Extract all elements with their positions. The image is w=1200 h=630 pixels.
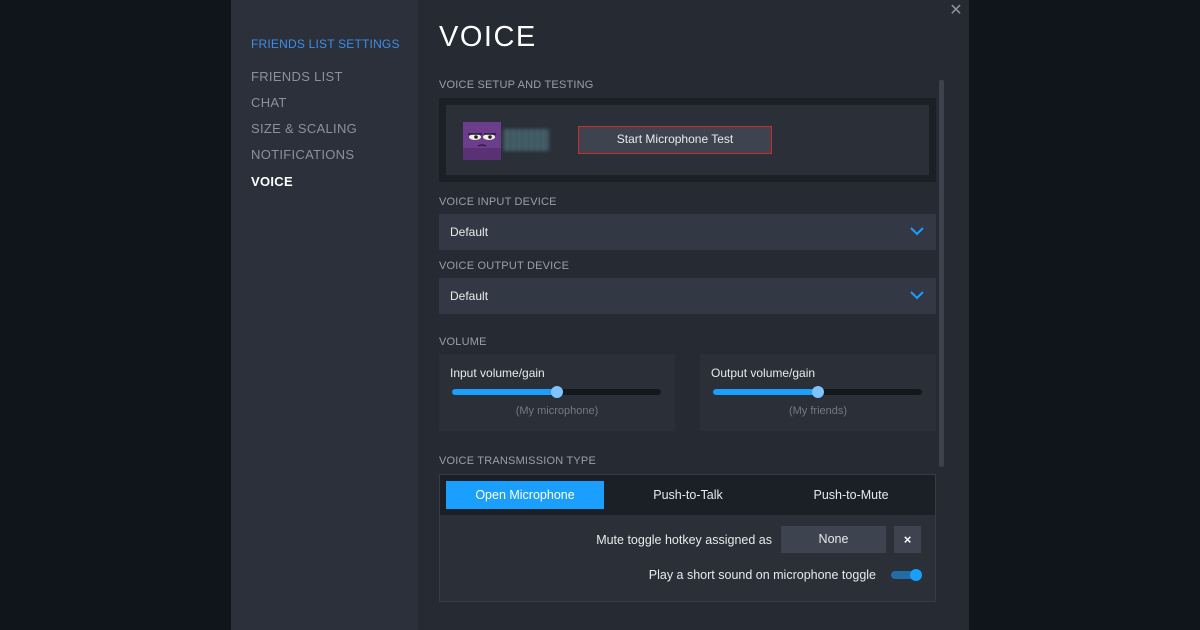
transmission-label: VOICE TRANSMISSION TYPE [439, 455, 597, 467]
transmission-tabs: Open Microphone Push-to-Talk Push-to-Mut… [440, 475, 935, 515]
username-blurred [503, 129, 549, 151]
input-device-select[interactable]: Default [439, 214, 936, 250]
output-volume-slider[interactable] [713, 386, 922, 398]
input-volume-slider[interactable] [452, 386, 661, 398]
output-volume-label: Output volume/gain [711, 366, 816, 380]
page-title: VOICE [439, 21, 537, 53]
output-device-value: Default [450, 289, 489, 303]
setup-inner: Start Microphone Test [446, 105, 929, 175]
toggle-knob [910, 569, 922, 581]
output-volume-sub: (My friends) [788, 405, 848, 417]
sidebar-item-voice[interactable]: VOICE [251, 174, 293, 189]
output-device-label: VOICE OUTPUT DEVICE [439, 260, 570, 272]
sidebar-title: FRIENDS LIST SETTINGS [251, 37, 400, 51]
output-volume-knob[interactable] [811, 386, 824, 398]
chevron-down-icon [910, 291, 924, 300]
clear-hotkey-button[interactable]: × [894, 526, 921, 553]
setup-section-label: VOICE SETUP AND TESTING [439, 79, 594, 91]
toggle-sound-switch[interactable] [891, 569, 922, 581]
output-volume-panel: Output volume/gain (My friends) [700, 354, 936, 431]
input-volume-fill [452, 389, 557, 395]
sidebar-item-friends-list[interactable]: FRIENDS LIST [251, 69, 343, 84]
sidebar: FRIENDS LIST SETTINGS FRIENDS LIST CHAT … [231, 0, 418, 630]
input-volume-sub: (My microphone) [515, 405, 599, 417]
tab-push-to-talk[interactable]: Push-to-Talk [609, 481, 767, 509]
tab-open-microphone[interactable]: Open Microphone [446, 481, 604, 509]
scrollbar[interactable] [939, 80, 944, 467]
input-device-value: Default [450, 225, 489, 239]
avatar [463, 122, 501, 160]
tab-push-to-mute[interactable]: Push-to-Mute [772, 481, 930, 509]
mute-hotkey-button[interactable]: None [781, 526, 886, 553]
setup-panel: Start Microphone Test [439, 98, 936, 182]
input-device-label: VOICE INPUT DEVICE [439, 196, 557, 208]
voice-settings-content: VOICE VOICE SETUP AND TESTING Start Micr… [418, 0, 969, 630]
input-volume-label: Input volume/gain [450, 366, 545, 380]
volume-label: VOLUME [439, 336, 487, 348]
chevron-down-icon [910, 227, 924, 236]
settings-window: FRIENDS LIST SETTINGS FRIENDS LIST CHAT … [231, 0, 969, 630]
transmission-panel: Open Microphone Push-to-Talk Push-to-Mut… [439, 474, 936, 602]
input-volume-knob[interactable] [550, 386, 563, 398]
start-microphone-test-button[interactable]: Start Microphone Test [578, 126, 772, 154]
toggle-sound-label: Play a short sound on microphone toggle [648, 568, 876, 582]
output-device-select[interactable]: Default [439, 278, 936, 314]
sidebar-item-size-scaling[interactable]: SIZE & SCALING [251, 121, 357, 136]
output-volume-fill [713, 389, 818, 395]
input-volume-panel: Input volume/gain (My microphone) [439, 354, 675, 431]
sidebar-item-chat[interactable]: CHAT [251, 95, 287, 110]
mute-hotkey-label: Mute toggle hotkey assigned as [596, 533, 772, 547]
sidebar-item-notifications[interactable]: NOTIFICATIONS [251, 147, 354, 162]
